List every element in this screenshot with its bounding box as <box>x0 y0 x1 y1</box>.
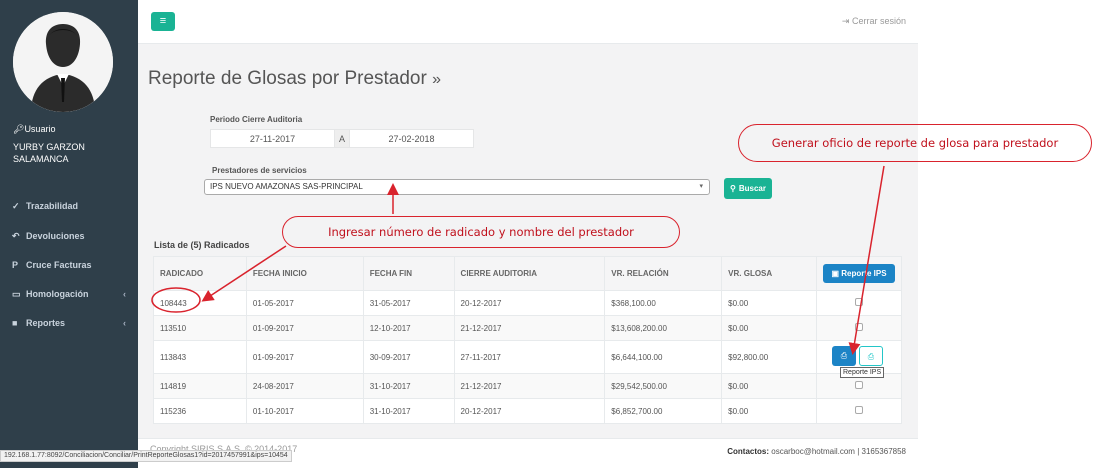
table-row: 108443 01-05-2017 31-05-2017 20-12-2017 … <box>153 290 902 316</box>
cell-fecha-inicio: 01-09-2017 <box>245 315 364 341</box>
avatar <box>13 12 113 112</box>
logout-link[interactable]: ⇥ Cerrar sesión <box>842 16 906 27</box>
cell-cierre: 21-12-2017 <box>453 315 606 341</box>
cell-fecha-fin: 30-09-2017 <box>362 340 455 374</box>
search-icon: ⚲ <box>730 184 736 193</box>
cell-fecha-fin: 31-10-2017 <box>362 373 455 399</box>
contactos: Contactos: oscarboc@hotmail.com | 316536… <box>727 447 906 456</box>
print-icon: ⎙ <box>840 351 848 360</box>
table-header-row: RADICADO FECHA INICIO FECHA FIN CIERRE A… <box>153 256 902 291</box>
cell-select <box>816 315 902 341</box>
table-row: 113510 01-09-2017 12-10-2017 21-12-2017 … <box>153 315 902 341</box>
desktop-icon: ▭ <box>12 288 21 299</box>
user-avatar-icon <box>13 12 113 112</box>
cell-fecha-inicio: 01-05-2017 <box>245 290 364 316</box>
cell-radicado: 108443 <box>153 290 247 316</box>
sidebar: 🔑︎Usuario YURBY GARZON SALAMANCA ✓ Traza… <box>0 0 138 468</box>
sign-out-icon: ⇥ <box>841 16 850 26</box>
cell-fecha-inicio: 24-08-2017 <box>245 373 364 399</box>
save-icon: ▣ <box>831 269 839 278</box>
sidebar-item-reportes[interactable]: ■ Reportes ‹ <box>0 309 138 337</box>
cell-fecha-inicio: 01-10-2017 <box>245 398 364 424</box>
col-header-radicado: RADICADO <box>153 256 247 291</box>
cell-vr-glosa: $92,800.00 <box>721 340 818 374</box>
table-row: 115236 01-10-2017 31-10-2017 20-12-2017 … <box>153 398 902 424</box>
cell-fecha-fin: 31-05-2017 <box>362 290 455 316</box>
cell-vr-glosa: $0.00 <box>721 290 818 316</box>
prestadores-label: Prestadores de servicios <box>212 166 307 175</box>
page-title: Reporte de Glosas por Prestador » <box>148 68 441 89</box>
cell-cierre: 20-12-2017 <box>453 398 606 424</box>
cell-fecha-fin: 12-10-2017 <box>362 315 455 341</box>
cell-vr-relacion: $13,608,200.00 <box>604 315 723 341</box>
bars-icon: ≡ <box>159 15 167 27</box>
caret-down-icon: ▾ <box>699 183 703 190</box>
list-title: Lista de (5) Radicados <box>154 240 250 250</box>
buscar-button[interactable]: ⚲ Buscar <box>724 178 772 199</box>
thumbs-up-icon: ✓ <box>12 200 20 211</box>
fecha-hasta-input[interactable]: 27-02-2018 <box>349 129 474 148</box>
reply-icon: ↶ <box>12 230 20 241</box>
cell-radicado: 115236 <box>153 398 247 424</box>
cell-vr-relacion: $29,542,500.00 <box>604 373 723 399</box>
chevron-left-icon: ‹ <box>123 318 126 328</box>
row-checkbox[interactable] <box>855 323 864 331</box>
cell-fecha-fin: 31-10-2017 <box>362 398 455 424</box>
cell-select <box>816 398 902 424</box>
callout-prestador: Ingresar número de radicado y nombre del… <box>282 216 680 248</box>
cell-vr-glosa: $0.00 <box>721 315 818 341</box>
prestador-select[interactable]: IPS NUEVO AMAZONAS SAS-PRINCIPAL ▾ <box>204 179 710 195</box>
blank-pane <box>918 0 1095 468</box>
cell-cierre: 27-11-2017 <box>453 340 606 374</box>
key-icon: 🔑︎ <box>13 124 25 134</box>
col-header-cierre-auditoria: CIERRE AUDITORIA <box>453 256 606 291</box>
cell-cierre: 21-12-2017 <box>453 373 606 399</box>
user-label: 🔑︎Usuario <box>13 124 56 134</box>
callout-oficio: Generar oficio de reporte de glosa para … <box>738 124 1092 162</box>
chevron-left-icon: ‹ <box>123 289 126 299</box>
print-report-button[interactable]: ⎙ <box>832 346 856 366</box>
row-checkbox[interactable] <box>855 406 864 414</box>
cell-select <box>816 290 902 316</box>
date-range-separator: A <box>335 129 349 148</box>
print-icon: ⎙ <box>867 352 875 361</box>
radicados-table: RADICADO FECHA INICIO FECHA FIN CIERRE A… <box>153 256 902 424</box>
user-name: YURBY GARZON SALAMANCA <box>13 142 85 164</box>
cell-radicado: 114819 <box>153 373 247 399</box>
cell-radicado: 113843 <box>153 340 247 374</box>
col-header-fecha-inicio: FECHA INICIO <box>245 256 364 291</box>
sidebar-item-homologacion[interactable]: ▭ Homologación ‹ <box>0 280 138 308</box>
paypal-icon: P <box>12 260 19 270</box>
reporte-ips-button[interactable]: ▣ Reporte IPS <box>823 264 895 283</box>
cell-vr-relacion: $368,100.00 <box>604 290 723 316</box>
table-row: 113843 01-09-2017 30-09-2017 27-11-2017 … <box>153 340 902 374</box>
sidebar-item-trazabilidad[interactable]: ✓ Trazabilidad <box>0 192 138 220</box>
browser-status-url: 192.168.1.77:8092/Conciliacion/Conciliar… <box>0 450 292 462</box>
top-navbar: ≡ ⇥ Cerrar sesión <box>138 0 918 44</box>
cell-fecha-inicio: 01-09-2017 <box>245 340 364 374</box>
print-oficio-button[interactable]: ⎙ <box>859 346 883 366</box>
table-row: 114819 24-08-2017 31-10-2017 21-12-2017 … <box>153 373 902 399</box>
menu-toggle-button[interactable]: ≡ <box>151 12 175 31</box>
row-checkbox[interactable] <box>855 298 864 306</box>
tooltip: Reporte IPS <box>840 367 885 378</box>
col-header-fecha-fin: FECHA FIN <box>362 256 455 291</box>
col-header-vr-relacion: VR. RELACIÓN <box>604 256 723 291</box>
col-header-actions: ▣ Reporte IPS <box>816 256 902 291</box>
fecha-desde-input[interactable]: 27-11-2017 <box>210 129 335 148</box>
sidebar-item-cruce-facturas[interactable]: P Cruce Facturas <box>0 251 138 279</box>
sidebar-item-devoluciones[interactable]: ↶ Devoluciones <box>0 222 138 250</box>
row-checkbox[interactable] <box>855 381 864 389</box>
col-header-vr-glosa: VR. GLOSA <box>721 256 818 291</box>
cell-vr-glosa: $0.00 <box>721 398 818 424</box>
cell-vr-relacion: $6,852,700.00 <box>604 398 723 424</box>
cell-vr-relacion: $6,644,100.00 <box>604 340 723 374</box>
cell-cierre: 20-12-2017 <box>453 290 606 316</box>
cell-radicado: 113510 <box>153 315 247 341</box>
cell-vr-glosa: $0.00 <box>721 373 818 399</box>
periodo-label: Periodo Cierre Auditoria <box>210 115 303 124</box>
file-icon: ■ <box>12 318 18 328</box>
